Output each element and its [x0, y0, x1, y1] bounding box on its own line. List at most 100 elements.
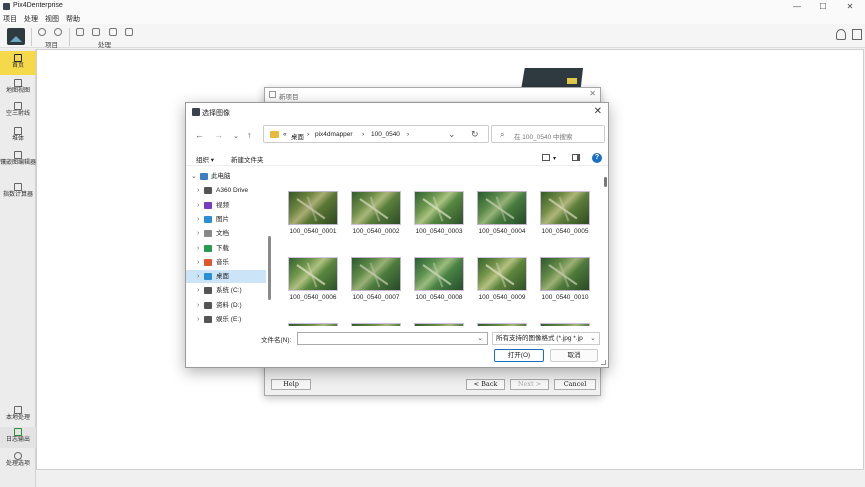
sidebar-item-log-output[interactable]: 日志输出	[0, 427, 36, 448]
breadcrumb-pix4dmapper[interactable]: pix4dmapper	[315, 131, 353, 138]
resize-grip[interactable]	[601, 360, 606, 365]
expand-chevron-icon[interactable]: ›	[197, 199, 199, 212]
file-name-label[interactable]: 100_0540_0003	[408, 228, 470, 235]
search-box[interactable]: ⌕ 在 100_0540 中搜索	[491, 125, 605, 143]
image-thumbnail[interactable]	[414, 257, 464, 291]
menu-project[interactable]: 项目	[3, 14, 17, 24]
report-icon[interactable]	[125, 28, 133, 36]
expand-chevron-icon[interactable]: ›	[197, 299, 199, 312]
image-thumbnail[interactable]	[288, 323, 338, 326]
file-name-label[interactable]: 100_0540_0007	[345, 294, 407, 301]
expand-chevron-icon[interactable]: ›	[197, 313, 199, 326]
breadcrumb-100-0540[interactable]: 100_0540	[371, 131, 400, 138]
nav-tree-item[interactable]: › 视频	[186, 199, 266, 212]
filename-dropdown-icon[interactable]: ⌄	[477, 334, 483, 342]
new-file-icon[interactable]	[76, 28, 84, 36]
file-name-label[interactable]: 100_0540_0008	[408, 294, 470, 301]
nav-tree-item[interactable]: › 娱乐 (E:)	[186, 313, 266, 326]
nav-tree-item[interactable]: › 图片	[186, 213, 266, 226]
expand-chevron-icon[interactable]: ›	[197, 227, 199, 240]
menu-view[interactable]: 视图	[45, 14, 59, 24]
image-thumbnail[interactable]	[477, 257, 527, 291]
nav-tree-item[interactable]: › 资料 (D:)	[186, 299, 266, 312]
expand-chevron-icon[interactable]: ›	[197, 184, 199, 197]
wizard-close-icon[interactable]: ✕	[589, 89, 596, 98]
new-folder-button[interactable]: 新建文件夹	[231, 154, 264, 164]
preview-pane-icon[interactable]	[572, 154, 580, 161]
image-thumbnail[interactable]	[540, 323, 590, 326]
nav-tree-item[interactable]: › 下载	[186, 242, 266, 255]
image-thumbnail[interactable]	[351, 191, 401, 225]
file-name-label[interactable]: 100_0540_0010	[534, 294, 596, 301]
crop-icon[interactable]	[109, 28, 117, 36]
file-name-label[interactable]: 100_0540_0006	[282, 294, 344, 301]
user-icon[interactable]	[836, 29, 846, 40]
file-name-label[interactable]: 100_0540_0004	[471, 228, 533, 235]
sidebar-item-rayCloud[interactable]: 空三射线	[0, 100, 36, 122]
image-thumbnail[interactable]	[477, 323, 527, 326]
nav-scrollbar[interactable]	[268, 236, 271, 300]
panel-toggle-icon[interactable]	[852, 29, 862, 40]
close-button[interactable]: ✕	[843, 1, 857, 12]
refresh-icon[interactable]: ↻	[471, 129, 479, 140]
back-arrow-icon[interactable]: ←	[195, 130, 204, 140]
expand-chevron-icon[interactable]: ›	[197, 284, 199, 297]
nav-tree-item[interactable]: › 音乐	[186, 256, 266, 269]
cancel-button[interactable]: 取消	[550, 349, 598, 362]
breadcrumb-overflow[interactable]: «	[283, 131, 287, 138]
sidebar-item-index-calculator[interactable]: 指数计算器	[0, 181, 36, 211]
organize-button[interactable]: 组织 ▾	[196, 154, 214, 164]
menu-help[interactable]: 帮助	[66, 14, 80, 24]
sidebar-item-local-processing[interactable]: 本地处理	[0, 404, 36, 426]
file-name-label[interactable]: 100_0540_0009	[471, 294, 533, 301]
image-thumbnail[interactable]	[414, 323, 464, 326]
project-open-icon[interactable]	[38, 28, 46, 36]
file-name-label[interactable]: 100_0540_0001	[282, 228, 344, 235]
minimize-button[interactable]: —	[790, 1, 804, 12]
maximize-button[interactable]: ☐	[816, 1, 830, 12]
image-thumbnail[interactable]	[288, 257, 338, 291]
up-arrow-icon[interactable]: ↑	[247, 130, 252, 140]
grid-scrollbar[interactable]	[604, 177, 607, 187]
nav-tree-item[interactable]: › 系统 (C:)	[186, 284, 266, 297]
image-thumbnail[interactable]	[351, 257, 401, 291]
expand-chevron-icon[interactable]: ›	[197, 242, 199, 255]
help-icon[interactable]: ?	[592, 153, 602, 163]
filename-input[interactable]: ⌄	[297, 332, 488, 345]
sidebar-item-home[interactable]: 首页	[0, 51, 36, 75]
image-thumbnail[interactable]	[414, 191, 464, 225]
process-icon[interactable]	[92, 28, 100, 36]
sidebar-item-volumes[interactable]: 堆体	[0, 125, 36, 147]
file-name-label[interactable]: 100_0540_0005	[534, 228, 596, 235]
view-dropdown-icon[interactable]: ▾	[553, 155, 556, 162]
sidebar-item-mosaic-editor[interactable]: 镶嵌图编辑器	[0, 149, 36, 179]
view-mode-icon[interactable]	[542, 154, 550, 161]
wizard-help-button[interactable]: Help	[271, 379, 311, 390]
sidebar-item-processing-options[interactable]: 处理选项	[0, 450, 36, 474]
recent-chevron-icon[interactable]: ⌄	[233, 132, 239, 140]
nav-tree-item[interactable]: › A360 Drive	[186, 184, 266, 197]
address-dropdown-icon[interactable]: ⌄	[448, 129, 456, 140]
nav-tree-item[interactable]: › 桌面	[186, 270, 266, 284]
nav-tree-item[interactable]: › 文档	[186, 227, 266, 240]
nav-tree-item[interactable]: ⌄ 此电脑	[186, 170, 266, 183]
open-button[interactable]: 打开(O)	[494, 349, 544, 362]
file-name-label[interactable]: 100_0540_0002	[345, 228, 407, 235]
dialog-close-icon[interactable]: ✕	[594, 106, 602, 117]
wizard-next-button[interactable]: Next >	[510, 379, 549, 390]
expand-chevron-icon[interactable]: ›	[197, 213, 199, 226]
image-thumbnail[interactable]	[540, 191, 590, 225]
filetype-select[interactable]: 所有支持的图像格式 (*.jpg *.jp ⌄	[492, 332, 600, 345]
expand-chevron-icon[interactable]: ›	[197, 270, 199, 283]
address-bar[interactable]: « 桌面 › pix4dmapper › 100_0540 › ⌄ ↻	[263, 125, 489, 143]
wizard-back-button[interactable]: < Back	[466, 379, 505, 390]
breadcrumb-desktop[interactable]: 桌面	[291, 131, 304, 141]
image-thumbnail[interactable]	[540, 257, 590, 291]
expand-chevron-icon[interactable]: ›	[197, 256, 199, 269]
forward-arrow-icon[interactable]: →	[214, 130, 223, 140]
image-thumbnail[interactable]	[477, 191, 527, 225]
image-thumbnail[interactable]	[288, 191, 338, 225]
wizard-cancel-button[interactable]: Cancel	[554, 379, 596, 390]
expand-chevron-icon[interactable]: ⌄	[191, 170, 197, 183]
image-thumbnail[interactable]	[351, 323, 401, 326]
